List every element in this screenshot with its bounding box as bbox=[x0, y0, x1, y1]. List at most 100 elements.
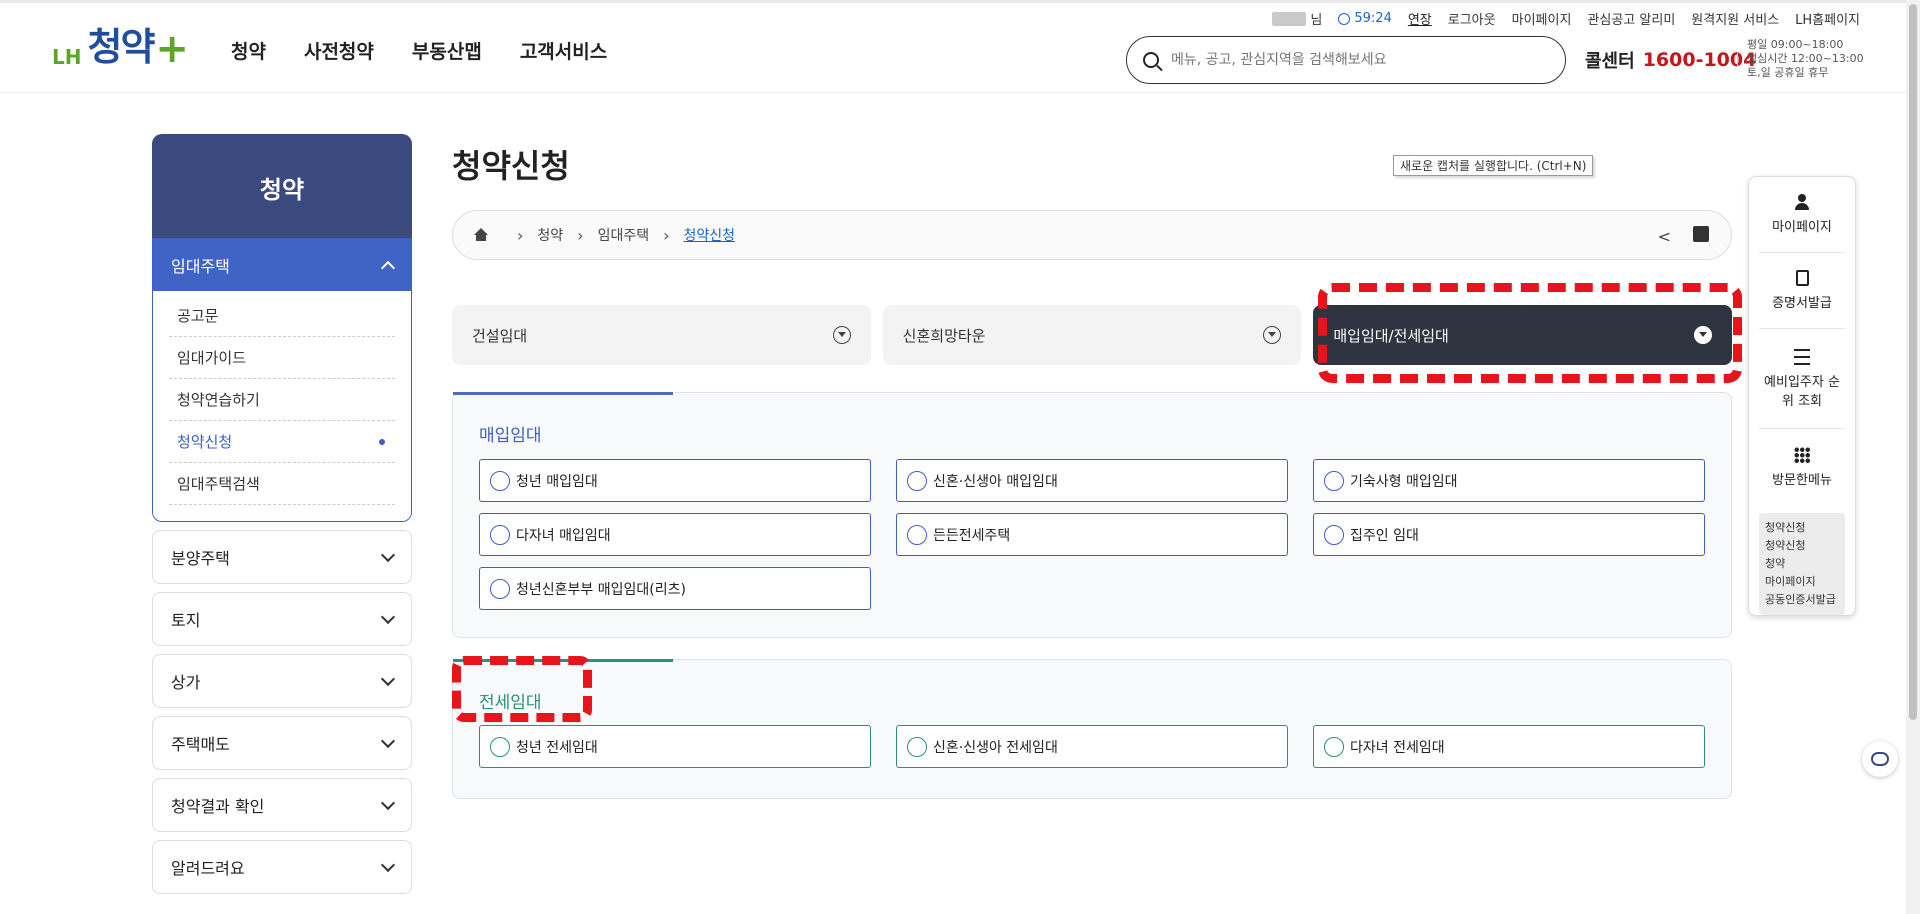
call-center-number: 1600-1004 bbox=[1642, 49, 1757, 71]
gnb-item-pre-subscription[interactable]: 사전청약 bbox=[304, 37, 374, 64]
search-input[interactable] bbox=[1171, 52, 1551, 68]
call-center: 콜센터 1600-1004 bbox=[1585, 49, 1757, 72]
left-nav-sub-practice[interactable]: 청약연습하기 bbox=[169, 379, 395, 421]
visited-menu-list: 청약신청 청약신청 청약 마이페이지 공동인증서발급 bbox=[1759, 513, 1845, 615]
scrollbar[interactable] bbox=[1906, 0, 1920, 914]
option-multichild-purchase[interactable]: 다자녀 매입임대 bbox=[479, 513, 871, 556]
chevron-right-icon: › bbox=[577, 225, 584, 245]
chevron-down-icon bbox=[380, 795, 396, 810]
header: LH 청약 + 청약 사전청약 부동산맵 고객서비스 콜센터 1600-1004… bbox=[0, 3, 1920, 93]
chevron-down-icon bbox=[380, 671, 396, 686]
visited-item[interactable]: 공동인증서발급 bbox=[1765, 591, 1839, 609]
option-dundeun-jeonse[interactable]: 든든전세주택 bbox=[896, 513, 1288, 556]
radio-icon[interactable] bbox=[490, 736, 510, 757]
option-dormitory-purchase[interactable]: 기숙사형 매입임대 bbox=[1313, 459, 1705, 502]
breadcrumb-item[interactable]: 청약 bbox=[537, 225, 563, 245]
left-nav-group-sale-housing[interactable]: 분양주택 bbox=[152, 530, 412, 584]
radio-icon[interactable] bbox=[490, 470, 510, 491]
list-icon bbox=[1794, 348, 1810, 365]
option-list: 청년 전세임대 신혼·신생아 전세임대 다자녀 전세임대 bbox=[479, 725, 1705, 768]
visited-item[interactable]: 마이페이지 bbox=[1765, 573, 1839, 591]
left-nav-submenu: 공고문 임대가이드 청약연습하기 청약신청 임대주택검색 bbox=[153, 291, 411, 521]
chevron-down-icon bbox=[380, 547, 396, 562]
chevron-down-icon bbox=[380, 857, 396, 872]
gnb-item-real-estate-map[interactable]: 부동산맵 bbox=[412, 37, 482, 64]
scrollbar-thumb[interactable] bbox=[1909, 4, 1917, 720]
radio-icon[interactable] bbox=[907, 470, 927, 491]
capture-tooltip: 새로운 캡처를 실행합니다. (Ctrl+N) bbox=[1393, 155, 1594, 176]
option-list: 청년 매입임대 신혼·신생아 매입임대 기숙사형 매입임대 다자녀 매입임대 든… bbox=[479, 459, 1705, 610]
radio-icon[interactable] bbox=[1324, 470, 1344, 491]
tab-construction-rental[interactable]: 건설임대 bbox=[452, 305, 871, 365]
left-nav-group-header[interactable]: 임대주택 bbox=[153, 239, 411, 291]
left-nav-sub-rental-search[interactable]: 임대주택검색 bbox=[169, 463, 395, 505]
highlight-annotation-section-title bbox=[452, 656, 592, 722]
jeonse-rental-section: 전세임대 청년 전세임대 신혼·신생아 전세임대 다자녀 전세임대 bbox=[452, 659, 1732, 799]
left-nav-group-land[interactable]: 토지 bbox=[152, 592, 412, 646]
left-nav-group-rental: 임대주택 공고문 임대가이드 청약연습하기 청약신청 임대주택검색 bbox=[152, 238, 412, 522]
gnb-item-customer-service[interactable]: 고객서비스 bbox=[520, 37, 607, 64]
active-dot-icon bbox=[379, 438, 385, 445]
share-icon[interactable]: < bbox=[1658, 227, 1671, 246]
breadcrumb-item[interactable]: 임대주택 bbox=[598, 225, 650, 245]
search-icon[interactable] bbox=[1143, 52, 1159, 68]
radio-icon[interactable] bbox=[907, 524, 927, 545]
quick-waitlist-rank[interactable]: 예비입주자 순위 조회 bbox=[1759, 329, 1845, 429]
gnb-item-subscription[interactable]: 청약 bbox=[231, 37, 266, 64]
breadcrumb-current[interactable]: 청약신청 bbox=[684, 225, 736, 245]
quick-mypage[interactable]: 마이페이지 bbox=[1759, 177, 1845, 253]
grid-icon bbox=[1794, 446, 1810, 463]
option-newlywed-purchase[interactable]: 신혼·신생아 매입임대 bbox=[896, 459, 1288, 502]
purchase-rental-section: 매입임대 청년 매입임대 신혼·신생아 매입임대 기숙사형 매입임대 다자녀 매… bbox=[452, 392, 1732, 638]
chatbot-button[interactable] bbox=[1862, 741, 1898, 777]
chevron-right-icon: › bbox=[517, 225, 524, 245]
person-icon bbox=[1794, 194, 1810, 210]
radio-icon[interactable] bbox=[907, 736, 927, 757]
quick-visited-menu[interactable]: 방문한메뉴 bbox=[1759, 429, 1845, 505]
option-youth-jeonse[interactable]: 청년 전세임대 bbox=[479, 725, 871, 768]
left-nav-group-results[interactable]: 청약결과 확인 bbox=[152, 778, 412, 832]
chevron-down-icon bbox=[380, 609, 396, 624]
tab-newlywed-hope-town[interactable]: 신혼희망타운 bbox=[882, 305, 1302, 365]
chevron-right-icon: › bbox=[663, 225, 670, 245]
left-nav-sub-application[interactable]: 청약신청 bbox=[169, 421, 395, 463]
divider bbox=[1737, 53, 1738, 67]
global-nav: 청약 사전청약 부동산맵 고객서비스 bbox=[231, 37, 607, 64]
radio-icon[interactable] bbox=[1324, 524, 1344, 545]
breadcrumb: › 청약 › 임대주택 › 청약신청 < bbox=[452, 210, 1732, 260]
search-box[interactable] bbox=[1126, 36, 1566, 84]
visited-item[interactable]: 청약신청 bbox=[1765, 519, 1839, 537]
option-newlywed-jeonse[interactable]: 신혼·신생아 전세임대 bbox=[896, 725, 1288, 768]
home-icon[interactable] bbox=[473, 228, 489, 242]
left-nav-sub-rental-guide[interactable]: 임대가이드 bbox=[169, 337, 395, 379]
left-nav-sub-notice[interactable]: 공고문 bbox=[169, 295, 395, 337]
option-youth-newlywed-reits[interactable]: 청년신혼부부 매입임대(리츠) bbox=[479, 567, 871, 610]
chevron-up-icon bbox=[380, 260, 396, 275]
radio-icon[interactable] bbox=[490, 524, 510, 545]
page-title: 청약신청 bbox=[452, 147, 570, 185]
option-landlord-rental[interactable]: 집주인 임대 bbox=[1313, 513, 1705, 556]
left-nav: 청약 임대주택 공고문 임대가이드 청약연습하기 청약신청 임대주택검색 분양주… bbox=[152, 134, 412, 894]
left-nav-group-announcements[interactable]: 알려드려요 bbox=[152, 840, 412, 894]
radio-icon[interactable] bbox=[490, 578, 510, 599]
lh-logo[interactable]: LH 청약 + bbox=[52, 25, 189, 69]
visited-item[interactable]: 청약 bbox=[1765, 555, 1839, 573]
radio-icon[interactable] bbox=[1324, 736, 1344, 757]
print-icon[interactable] bbox=[1693, 226, 1709, 242]
highlight-annotation-tab bbox=[1318, 283, 1742, 383]
document-icon bbox=[1795, 270, 1809, 286]
left-nav-title: 청약 bbox=[152, 134, 412, 240]
left-nav-group-commercial[interactable]: 상가 bbox=[152, 654, 412, 708]
call-center-hours: 평일 09:00~18:00 점심시간 12:00~13:00 토,일 공휴일 … bbox=[1747, 38, 1864, 79]
option-multichild-jeonse[interactable]: 다자녀 전세임대 bbox=[1313, 725, 1705, 768]
chevron-down-circle-icon bbox=[832, 326, 851, 344]
visited-item[interactable]: 청약신청 bbox=[1765, 537, 1839, 555]
option-youth-purchase[interactable]: 청년 매입임대 bbox=[479, 459, 871, 502]
section-accent-bar bbox=[453, 392, 673, 395]
quick-menu: 마이페이지 증명서발급 예비입주자 순위 조회 방문한메뉴 청약신청 청약신청 … bbox=[1748, 176, 1856, 616]
section-title: 매입임대 bbox=[479, 426, 542, 446]
left-nav-group-house-sale[interactable]: 주택매도 bbox=[152, 716, 412, 770]
chevron-down-circle-icon bbox=[1263, 326, 1282, 344]
chatbot-icon bbox=[1871, 752, 1889, 766]
quick-certificate[interactable]: 증명서발급 bbox=[1759, 253, 1845, 329]
